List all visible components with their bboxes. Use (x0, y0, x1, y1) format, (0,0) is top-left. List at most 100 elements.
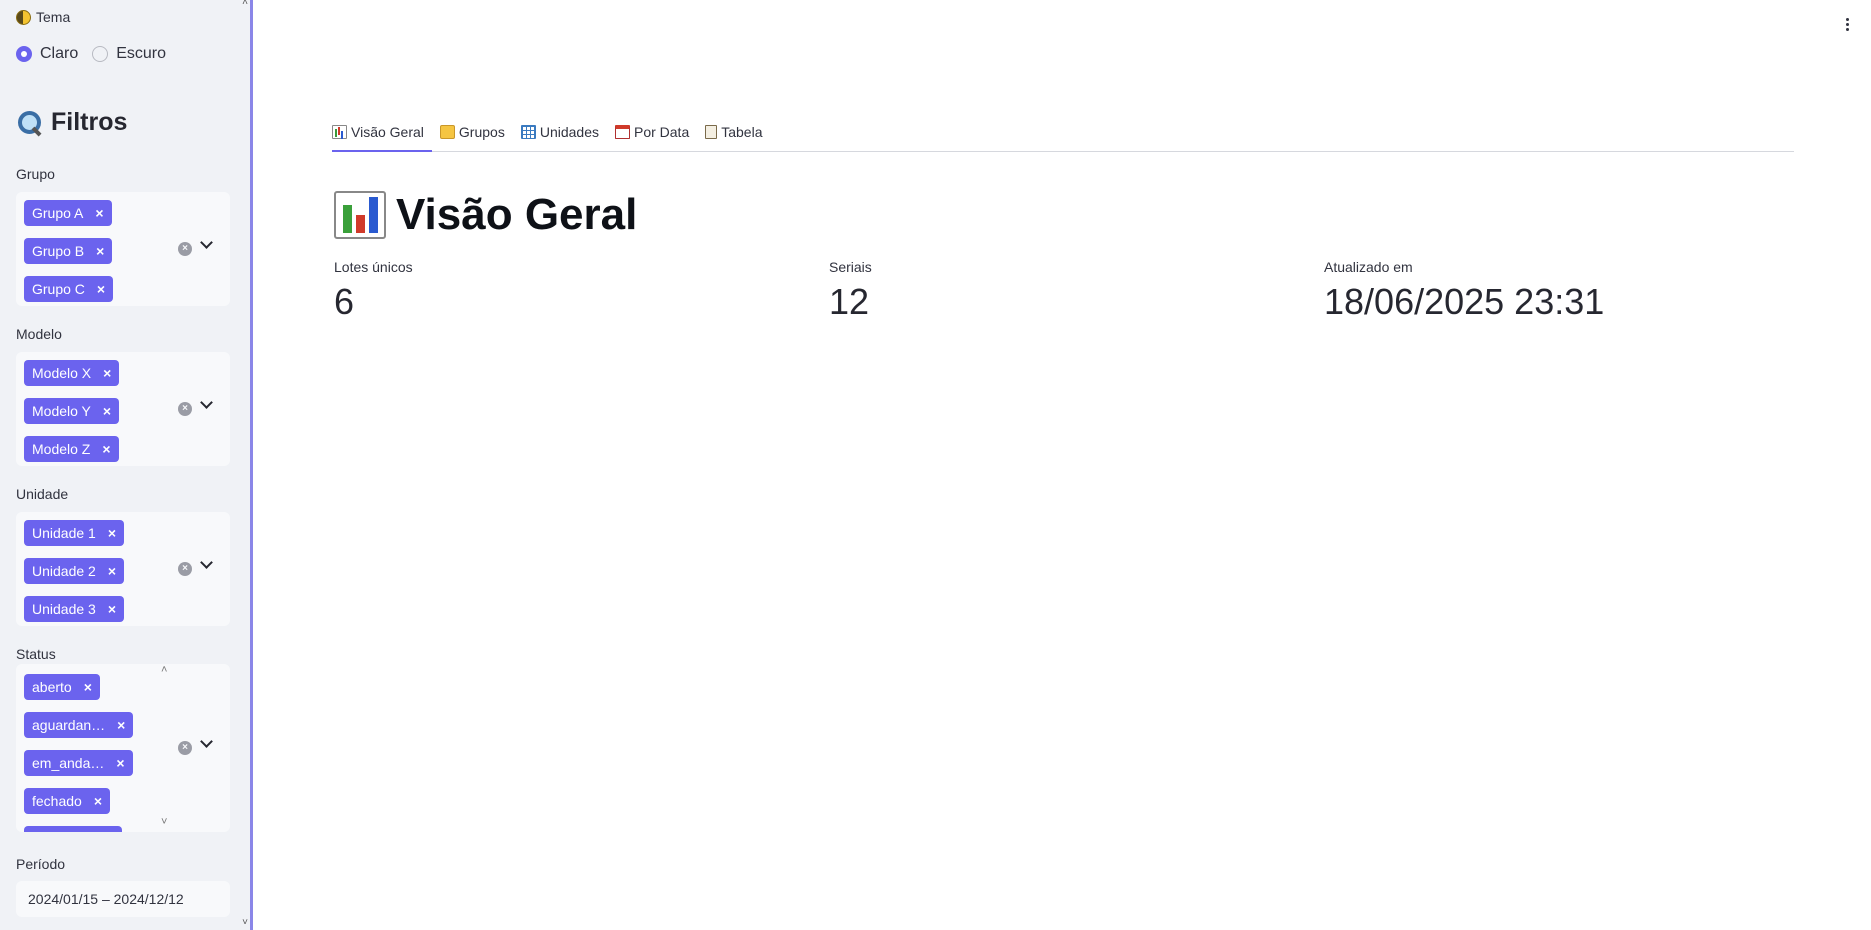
bar-chart-icon (334, 191, 386, 239)
grupo-tag: Grupo B × (24, 238, 113, 264)
status-tag: aguardan… × (24, 712, 134, 738)
folder-icon (439, 125, 455, 139)
tag-label: Grupo C (32, 281, 85, 297)
clear-all-icon[interactable]: × (178, 242, 192, 256)
more-menu-icon[interactable] (1846, 18, 1850, 34)
magnifying-glass-icon (16, 109, 44, 137)
date-range-input[interactable]: 2024/01/15 – 2024/12/12 (16, 881, 230, 917)
radio-checked-icon[interactable] (16, 46, 32, 62)
calendar-icon (614, 125, 630, 139)
modelo-tag: Modelo Z × (24, 436, 119, 462)
remove-tag-icon[interactable]: × (95, 206, 103, 220)
metric-label: Lotes únicos (334, 259, 413, 275)
periodo-label: Período (16, 856, 66, 872)
clipboard-icon (705, 125, 718, 139)
clear-all-icon[interactable]: × (178, 562, 192, 576)
clear-all-icon[interactable]: × (178, 741, 192, 755)
modelo-tag: Modelo Y × (24, 398, 120, 424)
unidade-tags: Unidade 1 × Unidade 2 × Unidade 3 × (24, 520, 174, 634)
sidebar-scroll-down-icon[interactable]: ˅ (239, 918, 250, 928)
grid-icon (520, 125, 536, 139)
tag-label: Modelo Z (32, 441, 91, 457)
tag-label: Unidade 3 (32, 601, 96, 617)
modelo-label: Modelo (16, 326, 62, 342)
tab-visao-geral[interactable]: Visão Geral (332, 114, 432, 152)
status-label: Status (16, 646, 56, 662)
grupo-label: Grupo (16, 166, 55, 182)
remove-tag-icon[interactable]: × (103, 366, 111, 380)
tab-unidades[interactable]: Unidades (520, 114, 607, 150)
grupo-tag: Grupo A × (24, 200, 112, 226)
modelo-multiselect[interactable]: Modelo X × Modelo Y × Modelo Z × × (16, 352, 230, 466)
remove-tag-icon[interactable]: × (94, 794, 102, 808)
metric-seriais: Seriais 12 (829, 259, 872, 323)
tab-label: Tabela (721, 124, 763, 140)
metric-value: 12 (829, 281, 870, 322)
unidade-multiselect[interactable]: Unidade 1 × Unidade 2 × Unidade 3 × × (16, 512, 230, 626)
status-tag: fechado × (24, 788, 111, 814)
chevron-down-icon[interactable] (200, 558, 212, 570)
modelo-tag: Modelo X × (24, 360, 120, 386)
sidebar-resize-handle[interactable] (250, 0, 253, 930)
tab-bar: Visão Geral Grupos Unidades Por Data Tab… (332, 114, 1794, 152)
grupo-multiselect[interactable]: Grupo A × Grupo B × Grupo C × × (16, 192, 230, 306)
chevron-down-icon[interactable] (200, 238, 212, 250)
sidebar-scroll-up-icon[interactable]: ˄ (239, 0, 250, 8)
tag-label: fechado (32, 793, 82, 809)
remove-tag-icon[interactable]: × (108, 564, 116, 578)
filters-heading: Filtros (16, 108, 127, 137)
remove-tag-icon[interactable]: × (108, 526, 116, 540)
status-tag: aberto × (24, 674, 100, 700)
status-tags: aberto × aguardan… × em_anda… × fechado × (24, 674, 164, 832)
remove-tag-icon[interactable]: × (108, 602, 116, 616)
remove-tag-icon[interactable]: × (96, 244, 104, 258)
remove-tag-icon[interactable]: × (117, 718, 125, 732)
metric-value: 6 (334, 281, 355, 322)
status-tag: em_anda… × (24, 750, 133, 776)
status-multiselect[interactable]: ˄ aberto × aguardan… × em_anda… × fechado × … (16, 664, 230, 832)
metric-label: Seriais (829, 259, 872, 275)
remove-tag-icon[interactable]: × (84, 680, 92, 694)
tag-label: Grupo B (32, 243, 85, 259)
moon-icon (16, 9, 31, 25)
remove-tag-icon[interactable]: × (116, 756, 124, 770)
tab-tabela[interactable]: Tabela (705, 114, 770, 150)
tab-label: Por Data (633, 124, 690, 140)
remove-tag-icon[interactable]: × (102, 442, 110, 456)
theme-option-escuro[interactable]: Escuro (92, 45, 166, 63)
metric-lotes-unicos: Lotes únicos 6 (334, 259, 413, 323)
tag-label: Grupo A (32, 205, 84, 221)
theme-label: Tema (36, 9, 71, 25)
remove-tag-icon[interactable]: × (103, 404, 111, 418)
tag-label: em_anda… (32, 755, 105, 771)
tag-label: Unidade 1 (32, 525, 96, 541)
chevron-down-icon[interactable] (200, 737, 212, 749)
unidade-tag: Unidade 2 × (24, 558, 125, 584)
tab-label: Grupos (458, 124, 505, 140)
clear-all-icon[interactable]: × (178, 402, 192, 416)
bar-chart-icon (332, 125, 347, 139)
tag-label: Modelo Y (32, 403, 91, 419)
tab-por-data[interactable]: Por Data (614, 114, 697, 150)
status-tag-partial (24, 826, 122, 832)
tag-label: aberto (32, 679, 72, 695)
theme-option-label: Escuro (116, 45, 167, 62)
tag-label: Modelo X (32, 365, 92, 381)
unidade-label: Unidade (16, 486, 69, 502)
filters-title: Filtros (51, 108, 128, 136)
chevron-down-icon[interactable] (200, 398, 212, 410)
remove-tag-icon[interactable]: × (97, 282, 105, 296)
metric-value: 18/06/2025 23:31 (1324, 281, 1605, 322)
tag-label: aguardan… (32, 717, 106, 733)
theme-option-claro[interactable]: Claro (16, 45, 78, 63)
theme-section: Tema (16, 9, 70, 25)
tag-label: Unidade 2 (32, 563, 96, 579)
tab-grupos[interactable]: Grupos (439, 114, 513, 150)
theme-option-label: Claro (40, 45, 79, 62)
radio-unchecked-icon[interactable] (92, 46, 109, 62)
page-title: Visão Geral (334, 190, 637, 240)
modelo-tags: Modelo X × Modelo Y × Modelo Z × (24, 360, 174, 474)
theme-radio-group: Claro Escuro (16, 45, 166, 63)
scroll-down-icon[interactable]: ˅ (161, 816, 167, 828)
grupo-tag: Grupo C × (24, 276, 114, 302)
